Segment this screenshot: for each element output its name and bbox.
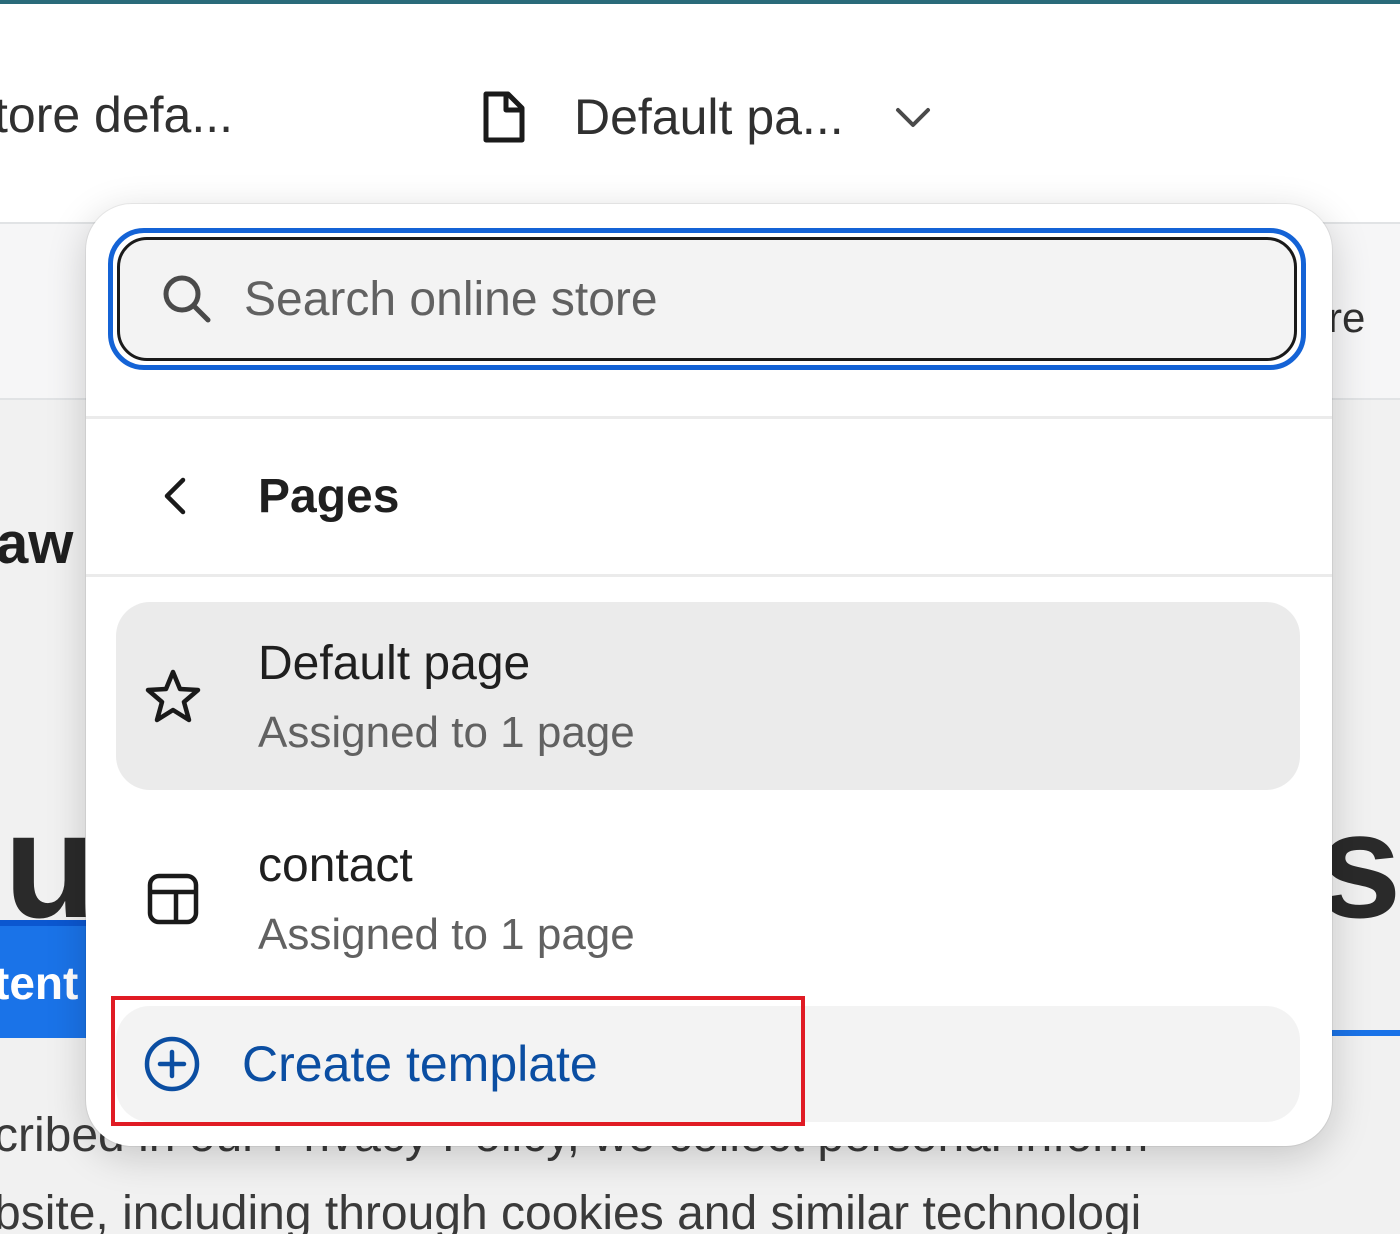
template-item-title: Default page [258, 637, 531, 690]
preview-tab-label: tent [0, 957, 79, 1009]
section-title: Pages [258, 469, 400, 523]
search-icon [158, 270, 216, 328]
search-field[interactable] [117, 237, 1297, 361]
editor-top-bar: tore defa... Default pa... [0, 4, 1400, 224]
divider [86, 574, 1332, 577]
preview-selected-block-tab[interactable]: tent [0, 920, 92, 1038]
template-picker-popover: Pages Default page Assigned to 1 page co… [86, 204, 1332, 1146]
layout-template-icon [140, 866, 206, 932]
create-template-button[interactable]: Create template [116, 1006, 1300, 1122]
search-focus-ring [108, 228, 1306, 370]
store-theme-selector[interactable]: tore defa... [0, 86, 233, 144]
search-input[interactable] [242, 270, 1146, 328]
create-template-label: Create template [242, 1036, 598, 1092]
chevron-left-icon[interactable] [152, 471, 202, 521]
preview-body-text-line: bsite, including through cookies and sim… [0, 1187, 1142, 1234]
preview-selection-outline [1332, 1030, 1400, 1036]
section-header: Pages [86, 418, 1332, 574]
star-icon [140, 664, 206, 730]
plus-circle-icon [142, 1034, 202, 1094]
template-item-contact[interactable]: contact Assigned to 1 page [116, 804, 1300, 992]
preview-title-fragment-left: u [4, 781, 96, 949]
page-template-selector[interactable]: Default pa... [470, 80, 936, 154]
template-item-title: contact [258, 839, 413, 892]
chevron-down-icon [890, 94, 936, 140]
toolbar-fragment: re [1328, 294, 1366, 341]
template-item-subtitle: Assigned to 1 page [258, 708, 635, 757]
file-icon [470, 84, 536, 150]
template-item-subtitle: Assigned to 1 page [258, 910, 635, 959]
page-selector-label: Default pa... [574, 89, 844, 145]
template-item-default-page[interactable]: Default page Assigned to 1 page [116, 602, 1300, 790]
